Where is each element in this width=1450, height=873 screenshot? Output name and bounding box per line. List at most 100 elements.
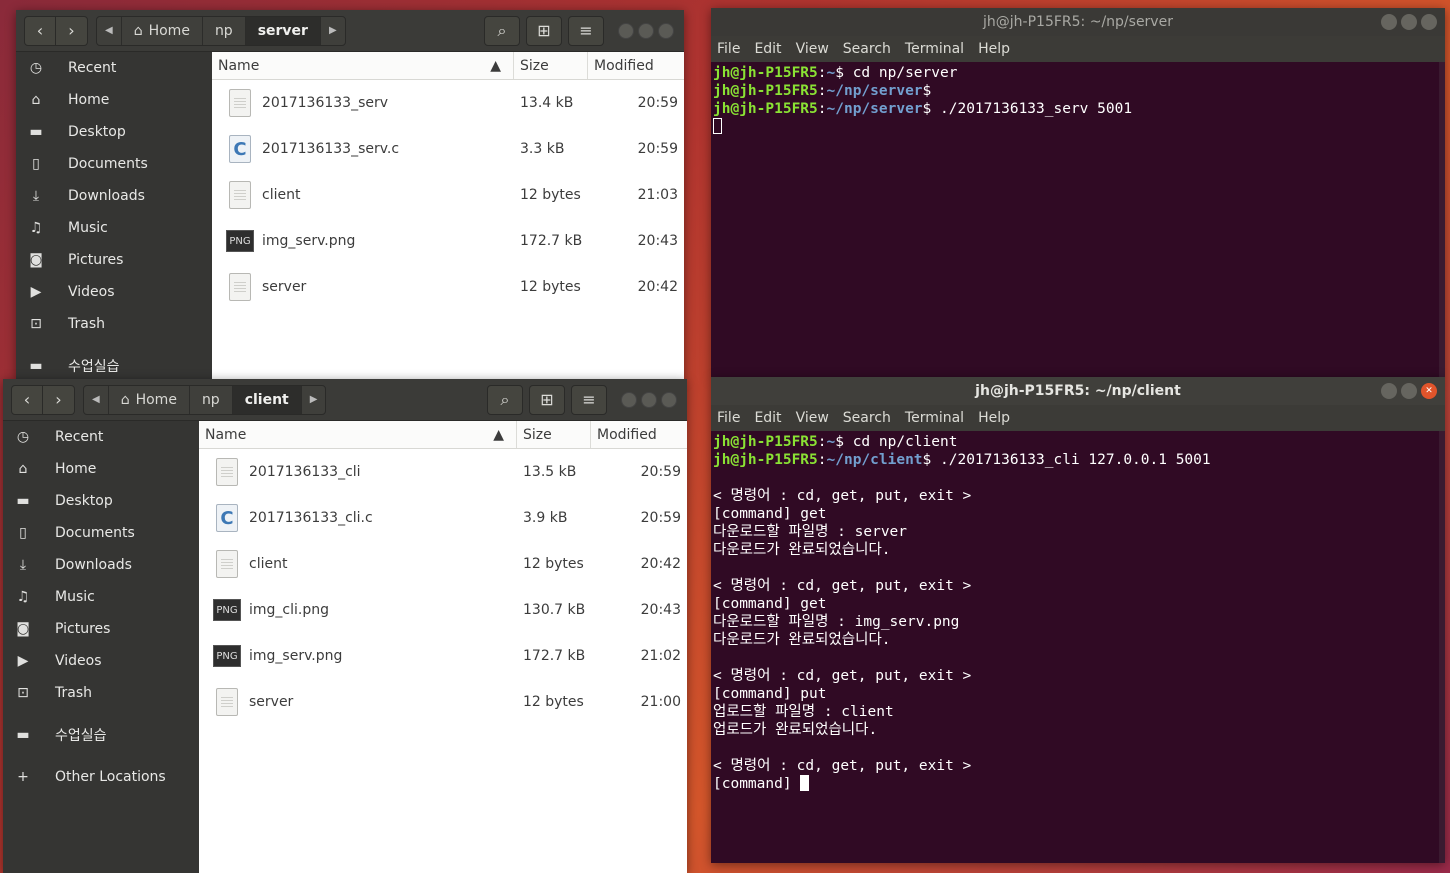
minimize-button[interactable] bbox=[621, 391, 637, 408]
sidebar-item-trash[interactable]: ⊡ Trash bbox=[16, 308, 212, 340]
command-text: cd np/client bbox=[852, 434, 958, 450]
close-button[interactable]: ✕ bbox=[1421, 383, 1437, 399]
maximize-button[interactable] bbox=[1401, 14, 1417, 30]
terminal-output[interactable]: jh@jh-P15FR5:~$ cd np/server jh@jh-P15FR5… bbox=[711, 62, 1445, 378]
menu-item-view[interactable]: View bbox=[796, 41, 829, 57]
path-scroll-left-button[interactable]: ◀ bbox=[84, 385, 109, 414]
menu-item-search[interactable]: Search bbox=[843, 410, 891, 426]
menu-item-file[interactable]: File bbox=[717, 410, 740, 426]
file-row[interactable]: PNG img_serv.png 172.7 kB 21:02 bbox=[199, 633, 687, 679]
close-button[interactable] bbox=[1421, 14, 1437, 30]
sidebar-item-label: Recent bbox=[68, 60, 117, 76]
view-grid-button[interactable]: ⊞ bbox=[529, 384, 565, 415]
menu-item-help[interactable]: Help bbox=[978, 410, 1010, 426]
menu-item-search[interactable]: Search bbox=[843, 41, 891, 57]
sidebar-item-documents[interactable]: ▯ Documents bbox=[3, 517, 199, 549]
output-text: [command] bbox=[713, 776, 801, 792]
maximize-button[interactable] bbox=[641, 391, 657, 408]
command-text: ./2017136133_serv 5001 bbox=[940, 101, 1133, 117]
sidebar-item-downloads[interactable]: ⤓ Downloads bbox=[16, 180, 212, 212]
close-button[interactable] bbox=[661, 391, 677, 408]
sidebar-item-recent[interactable]: ◷ Recent bbox=[3, 421, 199, 453]
minimize-button[interactable] bbox=[1381, 383, 1397, 399]
sidebar-item-label: Pictures bbox=[68, 252, 124, 268]
back-button[interactable]: ‹ bbox=[24, 15, 56, 46]
back-button[interactable]: ‹ bbox=[11, 384, 43, 415]
maximize-button[interactable] bbox=[638, 22, 654, 39]
menu-item-view[interactable]: View bbox=[796, 410, 829, 426]
prompt-line: jh@jh-P15FR5:~/np/server$ bbox=[713, 82, 1443, 100]
breadcrumb-np[interactable]: np bbox=[203, 16, 246, 45]
menu-item-help[interactable]: Help bbox=[978, 41, 1010, 57]
column-name-header[interactable]: Name ▲ bbox=[212, 52, 514, 79]
file-icon-wrapper: C bbox=[226, 133, 254, 165]
breadcrumb-np[interactable]: np bbox=[190, 385, 233, 414]
sidebar-item-pictures[interactable]: ◙ Pictures bbox=[16, 244, 212, 276]
column-modified-header[interactable]: Modified bbox=[588, 52, 684, 79]
terminal-output[interactable]: jh@jh-P15FR5:~$ cd np/client jh@jh-P15FR5… bbox=[711, 431, 1445, 863]
output-line: [command] get bbox=[713, 505, 1443, 523]
minimize-button[interactable] bbox=[618, 22, 634, 39]
sidebar-item-desktop[interactable]: ▬ Desktop bbox=[16, 116, 212, 148]
file-row[interactable]: PNG img_cli.png 130.7 kB 20:43 bbox=[199, 587, 687, 633]
search-button[interactable]: ⌕ bbox=[484, 15, 520, 46]
menu-item-terminal[interactable]: Terminal bbox=[905, 410, 964, 426]
sidebar-item-other-locations[interactable]: + Other Locations bbox=[3, 761, 199, 793]
close-button[interactable] bbox=[658, 22, 674, 39]
file-row[interactable]: client 12 bytes 21:03 bbox=[212, 172, 684, 218]
sidebar-item-downloads[interactable]: ⤓ Downloads bbox=[3, 549, 199, 581]
menu-item-edit[interactable]: Edit bbox=[754, 41, 781, 57]
breadcrumb-current[interactable]: server bbox=[245, 16, 321, 45]
breadcrumb-current[interactable]: client bbox=[232, 385, 302, 414]
scrollbar[interactable] bbox=[1439, 62, 1445, 378]
prompt-user: jh@jh-P15FR5 bbox=[713, 83, 818, 99]
column-name-header[interactable]: Name ▲ bbox=[199, 421, 517, 448]
menu-item-file[interactable]: File bbox=[717, 41, 740, 57]
sidebar-item-home[interactable]: ⌂ Home bbox=[3, 453, 199, 485]
sidebar-item-bookmark[interactable]: ▬ 수업실습 bbox=[3, 719, 199, 751]
view-grid-button[interactable]: ⊞ bbox=[526, 15, 562, 46]
minimize-button[interactable] bbox=[1381, 14, 1397, 30]
sidebar-item-desktop[interactable]: ▬ Desktop bbox=[3, 485, 199, 517]
sidebar-item-documents[interactable]: ▯ Documents bbox=[16, 148, 212, 180]
file-row[interactable]: C 2017136133_serv.c 3.3 kB 20:59 bbox=[212, 126, 684, 172]
music-icon: ♫ bbox=[29, 220, 43, 236]
file-row[interactable]: C 2017136133_cli.c 3.9 kB 20:59 bbox=[199, 495, 687, 541]
column-size-header[interactable]: Size bbox=[514, 52, 588, 79]
sidebar-item-videos[interactable]: ▶ Videos bbox=[16, 276, 212, 308]
path-scroll-left-button[interactable]: ◀ bbox=[97, 16, 122, 45]
file-icon-wrapper: PNG bbox=[213, 640, 241, 672]
breadcrumb-home[interactable]: ⌂ Home bbox=[122, 16, 203, 45]
menu-button[interactable]: ≡ bbox=[571, 384, 607, 415]
sidebar-item-videos[interactable]: ▶ Videos bbox=[3, 645, 199, 677]
scrollbar[interactable] bbox=[1439, 431, 1445, 863]
search-button[interactable]: ⌕ bbox=[487, 384, 523, 415]
path-scroll-right-button[interactable]: ▶ bbox=[302, 386, 326, 414]
file-row[interactable]: PNG img_serv.png 172.7 kB 20:43 bbox=[212, 218, 684, 264]
breadcrumb-home[interactable]: ⌂ Home bbox=[109, 385, 190, 414]
file-row[interactable]: client 12 bytes 20:42 bbox=[199, 541, 687, 587]
column-size-header[interactable]: Size bbox=[517, 421, 591, 448]
file-row[interactable]: server 12 bytes 20:42 bbox=[212, 264, 684, 310]
menu-button[interactable]: ≡ bbox=[568, 15, 604, 46]
forward-button[interactable]: › bbox=[43, 384, 75, 415]
prompt-path: ~/np/server bbox=[826, 83, 923, 99]
sidebar-item-music[interactable]: ♫ Music bbox=[3, 581, 199, 613]
prompt-separator: : bbox=[817, 83, 827, 99]
forward-button[interactable]: › bbox=[56, 15, 88, 46]
menu-item-terminal[interactable]: Terminal bbox=[905, 41, 964, 57]
menu-item-edit[interactable]: Edit bbox=[754, 410, 781, 426]
sidebar-item-recent[interactable]: ◷ Recent bbox=[16, 52, 212, 84]
download-icon: ⤓ bbox=[32, 188, 40, 204]
sidebar-item-trash[interactable]: ⊡ Trash bbox=[3, 677, 199, 709]
column-modified-header[interactable]: Modified bbox=[591, 421, 687, 448]
file-row[interactable]: 2017136133_serv 13.4 kB 20:59 bbox=[212, 80, 684, 126]
file-row[interactable]: 2017136133_cli 13.5 kB 20:59 bbox=[199, 449, 687, 495]
file-row[interactable]: server 12 bytes 21:00 bbox=[199, 679, 687, 725]
sidebar-item-home[interactable]: ⌂ Home bbox=[16, 84, 212, 116]
sidebar-item-bookmark[interactable]: ▬ 수업실습 bbox=[16, 350, 212, 380]
sidebar-item-pictures[interactable]: ◙ Pictures bbox=[3, 613, 199, 645]
path-scroll-right-button[interactable]: ▶ bbox=[321, 17, 345, 45]
maximize-button[interactable] bbox=[1401, 383, 1417, 399]
sidebar-item-music[interactable]: ♫ Music bbox=[16, 212, 212, 244]
